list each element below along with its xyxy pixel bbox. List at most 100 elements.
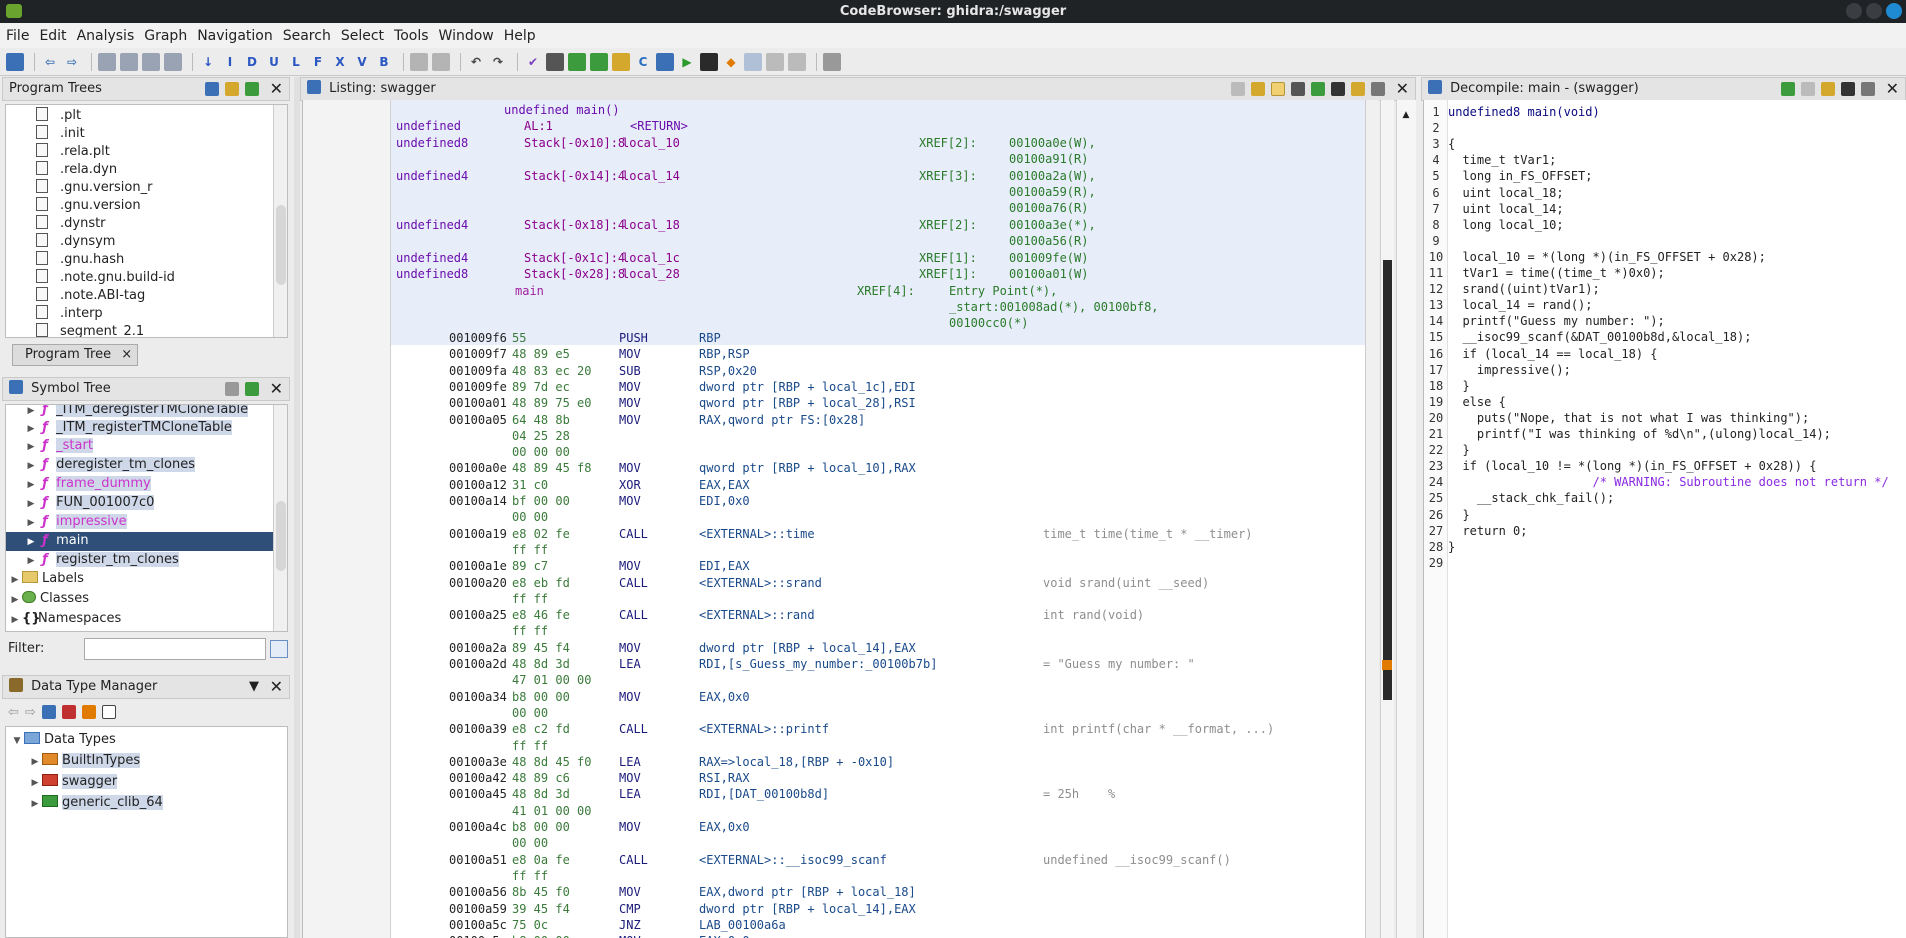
decompile-line[interactable]: 2 — [1424, 120, 1906, 136]
new-tree-icon[interactable] — [205, 82, 219, 96]
instruction-mnemonic[interactable]: SUB — [619, 363, 641, 379]
run-icon[interactable]: ▶ — [678, 53, 696, 71]
instruction-address[interactable]: 00100a56 — [449, 884, 507, 900]
window-icon[interactable] — [744, 52, 762, 71]
folder-item[interactable]: ▶ {}Namespaces — [6, 610, 275, 630]
instruction-bytes[interactable]: ff ff — [512, 868, 548, 884]
instruction-bytes[interactable]: 41 01 00 00 — [512, 803, 591, 819]
instruction-mnemonic[interactable]: LEA — [619, 786, 641, 802]
code-text[interactable]: long in_FS_OFFSET; — [1448, 169, 1592, 183]
instruction-address[interactable]: 00100a42 — [449, 770, 507, 786]
decompile-line[interactable]: 22 } — [1424, 442, 1906, 458]
instruction-mnemonic[interactable]: XOR — [619, 477, 641, 493]
code-text[interactable]: { — [1448, 137, 1455, 151]
instruction-operands[interactable]: RBP,RSP — [699, 346, 750, 362]
decompile-line[interactable]: 21 printf("I was thinking of %d\n",(ulon… — [1424, 426, 1906, 442]
tree-item[interactable]: segment_2.1 — [36, 323, 175, 337]
snapshot-icon[interactable] — [1841, 82, 1855, 96]
instruction-mnemonic[interactable]: PUSH — [619, 330, 648, 346]
decompile-line[interactable]: 28} — [1424, 539, 1906, 555]
forward-arrow-icon[interactable]: ⇨ — [63, 53, 81, 71]
tree-item[interactable]: .interp — [36, 305, 175, 323]
instruction-operands[interactable]: dword ptr [RBP + local_14],EAX — [699, 640, 916, 656]
instruction-mnemonic[interactable]: CALL — [619, 607, 648, 623]
next-D-icon[interactable]: D — [243, 53, 261, 71]
decompile-line[interactable]: 15 __isoc99_scanf(&DAT_00100b8d,&local_1… — [1424, 329, 1906, 345]
terminal-icon[interactable] — [700, 52, 718, 71]
instruction-bytes[interactable]: 48 89 c6 — [512, 770, 570, 786]
xref-label[interactable]: XREF[1]: — [919, 266, 977, 282]
code-text[interactable]: __stack_chk_fail(); — [1448, 491, 1614, 505]
instruction-bytes[interactable]: 00 00 — [512, 509, 548, 525]
listing-view[interactable]: undefined main() undefined AL:1 <RETURN> und… — [302, 100, 1379, 938]
xref-label[interactable]: XREF[3]: — [919, 168, 977, 184]
instruction-comment[interactable]: = "Guess my number: " — [1043, 656, 1195, 672]
instruction-operands[interactable]: qword ptr [RBP + local_28],RSI — [699, 395, 916, 411]
listing-param-type[interactable]: undefined4 — [396, 168, 468, 184]
listing-param-storage[interactable]: Stack[-0x18]:4 — [524, 217, 625, 233]
next-instruction-icon[interactable]: ↓ — [199, 53, 217, 71]
code-text[interactable]: __isoc99_scanf(&DAT_00100b8d,&local_18); — [1448, 330, 1751, 344]
decompile-line[interactable]: 18 } — [1424, 378, 1906, 394]
network-icon[interactable] — [788, 52, 806, 71]
decompile-line[interactable]: 23 if (local_10 != *(long *)(in_FS_OFFSE… — [1424, 458, 1906, 474]
instruction-operands[interactable]: RDI,[s_Guess_my_number:_00100b7b] — [699, 656, 937, 672]
function-item[interactable]: ▶ ƒ _ITM_deregisterTMCloneTable — [6, 405, 275, 419]
filter-options-icon[interactable] — [270, 640, 288, 658]
instruction-comment[interactable]: int printf(char * __format, ...) — [1043, 721, 1274, 737]
instruction-mnemonic[interactable]: MOV — [619, 493, 641, 509]
instruction-bytes[interactable]: 55 — [512, 330, 526, 346]
instruction-address[interactable]: 00100a45 — [449, 786, 507, 802]
xref-value[interactable]: 00100a91(R) — [1009, 151, 1088, 167]
check-icon[interactable]: ✔ — [524, 53, 542, 71]
close-icon[interactable]: ✕ — [270, 676, 283, 698]
instruction-mnemonic[interactable]: MOV — [619, 379, 641, 395]
tree-item[interactable]: .dynsym — [36, 233, 175, 251]
instruction-address[interactable]: 00100a39 — [449, 721, 507, 737]
instruction-bytes[interactable]: 31 c0 — [512, 477, 548, 493]
minimize-icon[interactable] — [1846, 3, 1862, 19]
instruction-bytes[interactable]: ff ff — [512, 738, 548, 754]
tree-item[interactable]: .gnu.version_r — [36, 179, 175, 197]
decompile-line[interactable]: 11 tVar1 = time((time_t *)0x0); — [1424, 265, 1906, 281]
instruction-address[interactable]: 00100a51 — [449, 852, 507, 868]
next-F-icon[interactable]: F — [309, 53, 327, 71]
data-type-archive[interactable]: ▶ BuiltInTypes — [10, 752, 163, 773]
instruction-address[interactable]: 00100a5e — [449, 933, 507, 938]
diff-icon[interactable] — [1311, 82, 1325, 96]
instruction-operands[interactable]: EDI,0x0 — [699, 493, 750, 509]
instruction-address[interactable]: 00100a19 — [449, 526, 507, 542]
instruction-operands[interactable]: <EXTERNAL>::__isoc99_scanf — [699, 852, 887, 868]
listing-param-storage[interactable]: Stack[-0x28]:8 — [524, 266, 625, 282]
instruction-address[interactable]: 00100a5c — [449, 917, 507, 933]
scroll-up-icon[interactable]: ▲ — [1399, 110, 1413, 124]
instruction-mnemonic[interactable]: MOV — [619, 412, 641, 428]
xref-value[interactable]: 00100a3e(*), — [1009, 217, 1096, 233]
menu-tools[interactable]: Tools — [394, 28, 429, 44]
instruction-operands[interactable]: EDI,EAX — [699, 558, 750, 574]
function-item[interactable]: ▶ ƒ _start — [6, 437, 275, 456]
decompile-line[interactable]: 6 uint local_18; — [1424, 185, 1906, 201]
listing-param-type[interactable]: undefined4 — [396, 250, 468, 266]
code-text[interactable]: } — [1448, 379, 1469, 393]
decompile-line[interactable]: 4 time_t tVar1; — [1424, 152, 1906, 168]
decompile-line[interactable]: 3{ — [1424, 136, 1906, 152]
code-text[interactable]: puts("Nope, that is not what I was think… — [1448, 411, 1809, 425]
decompile-line[interactable]: 5 long in_FS_OFFSET; — [1424, 168, 1906, 184]
instruction-operands[interactable]: EAX,0x0 — [699, 689, 750, 705]
filter-types-icon[interactable] — [61, 705, 76, 719]
instruction-bytes[interactable]: 75 0c — [512, 917, 548, 933]
xref-label[interactable]: XREF[2]: — [919, 217, 977, 233]
instruction-mnemonic[interactable]: JNZ — [619, 917, 641, 933]
nav-icon-3[interactable] — [142, 52, 160, 71]
copy-icon[interactable] — [1231, 82, 1245, 96]
instruction-operands[interactable]: EAX,0x0 — [699, 819, 750, 835]
decompile-line[interactable]: 12 srand((uint)tVar1); — [1424, 281, 1906, 297]
main-xref-value[interactable]: 00100cc0(*) — [949, 315, 1028, 331]
xref-value[interactable]: 00100a01(W) — [1009, 266, 1088, 282]
menu-window[interactable]: Window — [439, 28, 494, 44]
code-text[interactable]: return 0; — [1448, 524, 1527, 538]
tree-item[interactable]: .plt — [36, 107, 175, 125]
code-text[interactable]: uint local_18; — [1448, 186, 1563, 200]
instruction-bytes[interactable]: 64 48 8b — [512, 412, 570, 428]
